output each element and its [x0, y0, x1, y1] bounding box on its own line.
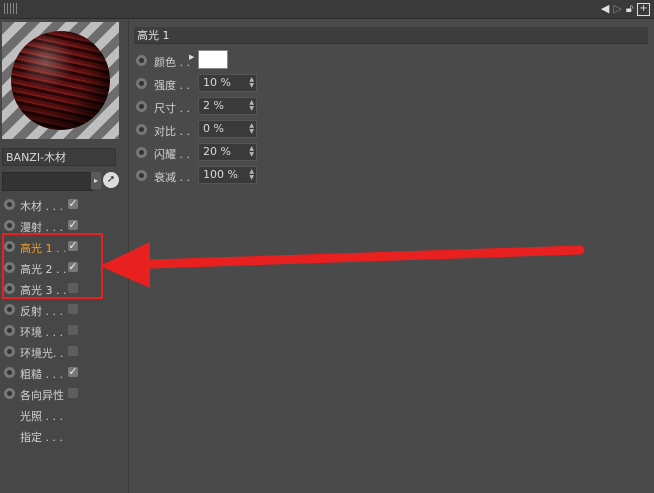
- annotation-arrow: [100, 242, 585, 288]
